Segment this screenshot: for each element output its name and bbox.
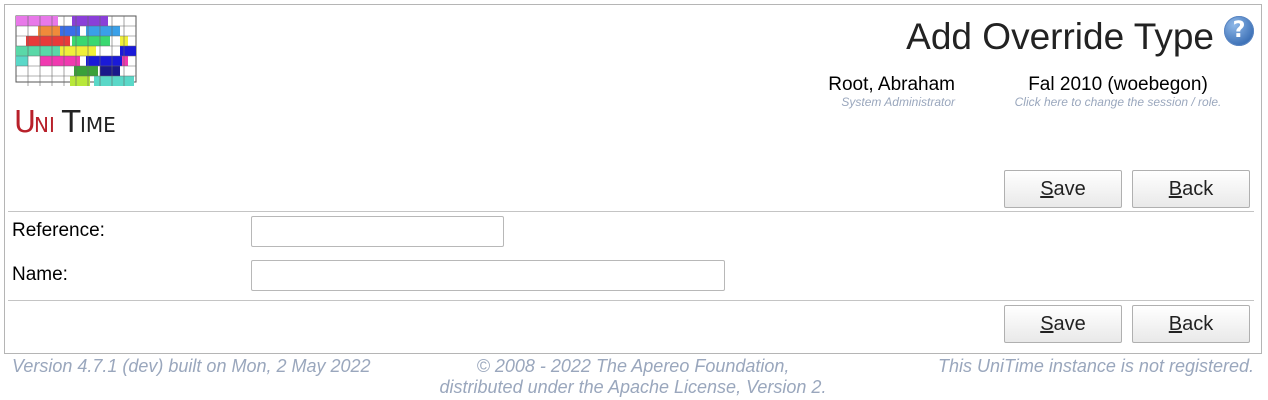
user-info[interactable]: Root, Abraham System Administrator [805,74,955,109]
back-label: ack [1182,313,1214,335]
save-label: ave [1053,178,1086,200]
back-label: ack [1182,178,1214,200]
name-label: Name: [12,264,68,285]
reference-label: Reference: [12,220,105,241]
save-label: ave [1053,313,1086,335]
footer-registration[interactable]: This UniTime instance is not registered. [938,356,1254,377]
user-name: Root, Abraham [828,74,955,95]
help-icon[interactable]: ? [1224,16,1254,46]
divider-bottom [8,300,1254,301]
unitime-logo[interactable]: U NI T IME [10,10,140,138]
user-role: System Administrator [841,95,955,109]
logo-wordmark: U NI T IME [14,105,116,138]
svg-text:U: U [14,105,36,138]
session-name: Fal 2010 (woebegon) [1028,74,1208,95]
footer-copyright[interactable]: © 2008 - 2022 The Apereo Foundation, dis… [400,356,866,398]
save-accesskey: S [1040,313,1054,335]
back-accesskey: B [1168,178,1183,200]
back-accesskey: B [1168,313,1183,335]
session-info[interactable]: Fal 2010 (woebegon) Click here to change… [990,74,1246,109]
svg-text:T: T [61,105,81,138]
copyright-line2: distributed under the Apache License, Ve… [439,377,827,397]
save-button-top[interactable]: Save [1004,170,1122,208]
page-title: Add Override Type [906,16,1214,57]
session-hint: Click here to change the session / role. [1014,95,1222,109]
save-accesskey: S [1040,178,1054,200]
reference-input[interactable] [251,216,504,247]
back-button-bottom[interactable]: Back [1132,305,1250,343]
back-button-top[interactable]: Back [1132,170,1250,208]
save-button-bottom[interactable]: Save [1004,305,1122,343]
name-input[interactable] [251,260,725,291]
footer-version: Version 4.7.1 (dev) built on Mon, 2 May … [12,356,371,376]
copyright-line1: © 2008 - 2022 The Apereo Foundation, [476,356,790,376]
logo-grid [15,15,137,86]
divider-top [8,211,1254,212]
svg-text:NI: NI [34,113,55,137]
svg-text:IME: IME [80,113,116,137]
